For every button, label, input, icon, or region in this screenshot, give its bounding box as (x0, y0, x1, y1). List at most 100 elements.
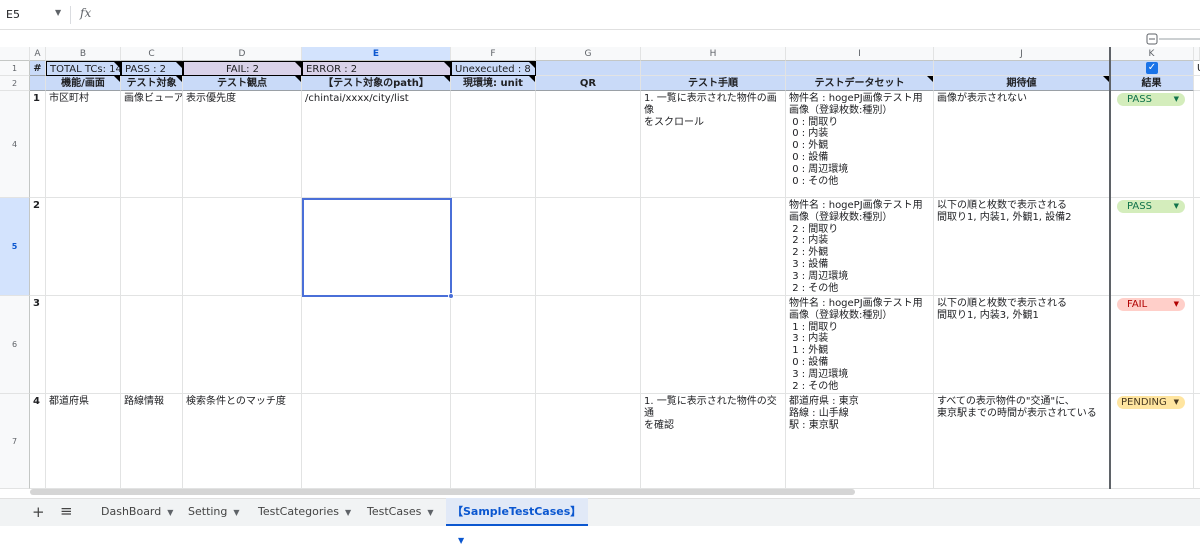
qr-cell[interactable] (536, 198, 641, 296)
steps-cell[interactable]: 1. 一覧に表示された物件の画像 をスクロール (641, 91, 786, 198)
target-cell[interactable] (121, 296, 183, 394)
tab-testcategories[interactable]: TestCategories ▼ (252, 498, 357, 526)
qr-cell[interactable] (536, 91, 641, 198)
result-cell[interactable]: PASS ▼ (1110, 91, 1194, 198)
viewpoint-cell[interactable] (183, 296, 302, 394)
dropdown-arrow-icon[interactable]: ▼ (1174, 200, 1179, 213)
dataset-cell[interactable]: 物件名 : hogePJ画像テスト用 画像（登録枚数:種別） 1 : 間取り 3… (786, 296, 934, 394)
dropdown-arrow-icon[interactable]: ▼ (1174, 298, 1179, 311)
result-label: PENDING (1121, 397, 1167, 408)
expected-cell[interactable]: すべての表示物件の"交通"に、 東京駅までの時間が表示されている (934, 394, 1110, 489)
path-cell[interactable]: /chintai/xxxx/city/list (302, 91, 451, 198)
tab-caret-icon[interactable]: ▼ (427, 508, 433, 517)
dropdown-arrow-icon[interactable]: ▼ (1174, 93, 1179, 106)
select-all-corner[interactable] (0, 47, 30, 61)
dataset-cell[interactable]: 物件名 : hogePJ画像テスト用 画像（登録枚数:種別） 0 : 間取り 0… (786, 91, 934, 198)
viewpoint-cell[interactable]: 検索条件とのマッチ度 (183, 394, 302, 489)
name-box-dropdown-icon[interactable]: ▼ (55, 8, 61, 17)
steps-cell[interactable] (641, 296, 786, 394)
qr-cell[interactable] (536, 394, 641, 489)
env-cell[interactable] (451, 198, 536, 296)
tab-testcases[interactable]: TestCases ▼ (361, 498, 439, 526)
row-header-5[interactable]: 5 (0, 198, 30, 296)
target-cell[interactable] (121, 198, 183, 296)
tab-caret-icon[interactable]: ▼ (458, 536, 464, 545)
row-header-1[interactable]: 1 (0, 61, 30, 76)
result-dropdown-chip[interactable]: PENDING ▼ (1117, 396, 1185, 409)
result-dropdown-chip[interactable]: FAIL ▼ (1117, 298, 1185, 311)
tab-label: TestCases (367, 505, 422, 518)
checked-checkbox-icon[interactable]: ✓ (1146, 62, 1158, 74)
tab-caret-icon[interactable]: ▼ (167, 508, 173, 517)
tab-setting[interactable]: Setting ▼ (182, 498, 246, 526)
all-sheets-menu-icon[interactable]: ≡ (60, 502, 73, 520)
column-header-e[interactable]: E (302, 47, 451, 61)
column-title-env: 現環境: unit (451, 76, 536, 91)
feature-cell[interactable]: 市区町村 (46, 91, 121, 198)
result-cell[interactable]: FAIL ▼ (1110, 296, 1194, 394)
steps-cell[interactable]: 1. 一覧に表示された物件の交通 を確認 (641, 394, 786, 489)
result-label: FAIL (1127, 299, 1148, 310)
env-cell[interactable] (451, 91, 536, 198)
header-empty (30, 76, 46, 91)
result-dropdown-chip[interactable]: PASS ▼ (1117, 200, 1185, 213)
result-cell[interactable]: PASS ▼ (1110, 198, 1194, 296)
expected-cell[interactable]: 以下の順と枚数で表示される 間取り1, 内装3, 外観1 (934, 296, 1110, 394)
viewpoint-cell[interactable] (183, 198, 302, 296)
dataset-cell[interactable]: 物件名 : hogePJ画像テスト用 画像（登録枚数:種別） 2 : 間取り 2… (786, 198, 934, 296)
row-header-2[interactable]: 2 (0, 76, 30, 91)
row-header-4[interactable]: 4 (0, 91, 30, 198)
column-header-h[interactable]: H (641, 47, 786, 61)
name-box[interactable]: E5 (6, 8, 20, 21)
column-header-a[interactable]: A (30, 47, 46, 61)
tab-sampletestcases[interactable]: 【SampleTestCases】 ▼ (446, 498, 588, 545)
path-cell[interactable] (302, 394, 451, 489)
fx-icon: fx (80, 6, 92, 20)
column-header-f[interactable]: F (451, 47, 536, 61)
formula-bar (0, 0, 1200, 30)
fill-handle[interactable] (448, 293, 454, 299)
target-cell[interactable]: 画像ビューア (121, 91, 183, 198)
steps-cell[interactable] (641, 198, 786, 296)
add-sheet-icon[interactable]: + (32, 503, 45, 521)
viewpoint-cell[interactable]: 表示優先度 (183, 91, 302, 198)
tab-dashboard[interactable]: DashBoard ▼ (95, 498, 179, 526)
test-number[interactable]: 4 (30, 394, 46, 489)
horizontal-scrollbar[interactable] (30, 489, 855, 495)
column-header-i[interactable]: I (786, 47, 934, 61)
test-number[interactable]: 1 (30, 91, 46, 198)
result-cell[interactable]: PENDING ▼ (1110, 394, 1194, 489)
env-cell[interactable] (451, 394, 536, 489)
target-cell[interactable]: 路線情報 (121, 394, 183, 489)
column-header-j[interactable]: J (934, 47, 1110, 61)
column-header-k[interactable]: K (1110, 47, 1194, 61)
path-cell[interactable] (302, 296, 451, 394)
feature-cell[interactable] (46, 198, 121, 296)
column-header-c[interactable]: C (121, 47, 183, 61)
test-number[interactable]: 2 (30, 198, 46, 296)
note-marker (114, 62, 120, 68)
column-header-extra[interactable] (1194, 47, 1200, 61)
dataset-cell[interactable]: 都道府県 : 東京 路線 : 山手線 駅 : 東京駅 (786, 394, 934, 489)
column-header-d[interactable]: D (183, 47, 302, 61)
tab-caret-icon[interactable]: ▼ (345, 508, 351, 517)
dropdown-arrow-icon[interactable]: ▼ (1174, 396, 1179, 409)
env-cell[interactable] (451, 296, 536, 394)
zoom-slider-icon[interactable] (1146, 30, 1200, 48)
row-header-6[interactable]: 6 (0, 296, 30, 394)
expected-cell[interactable]: 以下の順と枚数で表示される 間取り1, 内装1, 外観1, 設備2 (934, 198, 1110, 296)
row-header-7[interactable]: 7 (0, 394, 30, 489)
qr-cell[interactable] (536, 296, 641, 394)
note-marker (295, 76, 301, 82)
column-header-g[interactable]: G (536, 47, 641, 61)
expected-cell[interactable]: 画像が表示されない (934, 91, 1110, 198)
test-number[interactable]: 3 (30, 296, 46, 394)
note-marker (114, 76, 120, 82)
result-dropdown-chip[interactable]: PASS ▼ (1117, 93, 1185, 106)
column-header-b[interactable]: B (46, 47, 121, 61)
summary-unexecuted: Unexecuted : 8 (451, 61, 536, 76)
selected-cell-e5[interactable] (302, 198, 452, 297)
feature-cell[interactable]: 都道府県 (46, 394, 121, 489)
tab-caret-icon[interactable]: ▼ (233, 508, 239, 517)
feature-cell[interactable] (46, 296, 121, 394)
